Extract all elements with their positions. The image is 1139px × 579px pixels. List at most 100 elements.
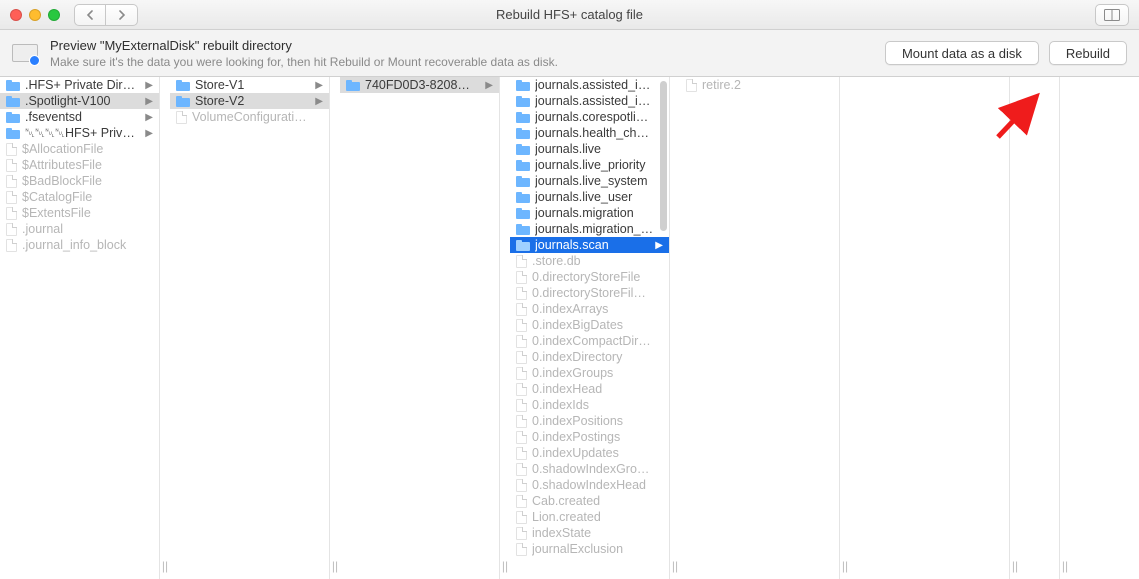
row-label: 0.shadowIndexGro… (532, 462, 665, 476)
file-row[interactable]: $CatalogFile (0, 189, 159, 205)
window-controls (0, 9, 60, 21)
row-label: Store-V2 (195, 94, 310, 108)
column-resize-handle[interactable]: || (1010, 77, 1020, 579)
minimize-window-button[interactable] (29, 9, 41, 21)
file-row[interactable]: indexState (510, 525, 669, 541)
column-0: .HFS+ Private Dire…▶.Spotlight-V100▶.fse… (0, 77, 160, 579)
row-label: .HFS+ Private Dire… (25, 78, 140, 92)
folder-row[interactable]: journals.migration (510, 205, 669, 221)
column-resize-handle[interactable]: || (330, 77, 340, 579)
file-row[interactable]: 0.shadowIndexGro… (510, 461, 669, 477)
file-row[interactable]: $ExtentsFile (0, 205, 159, 221)
folder-row[interactable]: Store-V2▶ (170, 93, 329, 109)
folder-icon (516, 176, 530, 187)
row-label: 0.indexArrays (532, 302, 665, 316)
zoom-window-button[interactable] (48, 9, 60, 21)
row-label: indexState (532, 526, 665, 540)
folder-icon (516, 224, 530, 235)
column-resize-handle[interactable]: || (160, 77, 170, 579)
file-row[interactable]: 0.indexGroups (510, 365, 669, 381)
column-resize-handle[interactable]: || (500, 77, 510, 579)
scrollbar[interactable] (660, 81, 667, 231)
row-label: 0.directoryStoreFil… (532, 286, 665, 300)
file-icon (6, 223, 17, 236)
nav-segment (74, 4, 138, 26)
folder-row[interactable]: .Spotlight-V100▶ (0, 93, 159, 109)
rebuild-button[interactable]: Rebuild (1049, 41, 1127, 65)
file-row[interactable]: $AllocationFile (0, 141, 159, 157)
file-icon (6, 239, 17, 252)
file-row[interactable]: Lion.created (510, 509, 669, 525)
header-subtitle: Make sure it's the data you were looking… (50, 55, 558, 69)
row-label: Cab.created (532, 494, 665, 508)
folder-row[interactable]: .fseventsd▶ (0, 109, 159, 125)
row-label: ␀␀␀␀HFS+ Private D… (25, 126, 140, 141)
row-label: .journal (22, 222, 155, 236)
row-label: 0.indexHead (532, 382, 665, 396)
file-row[interactable]: 0.indexPositions (510, 413, 669, 429)
folder-row[interactable]: journals.live_user (510, 189, 669, 205)
folder-row[interactable]: journals.live_system (510, 173, 669, 189)
folder-row[interactable]: journals.corespotli… (510, 109, 669, 125)
folder-row[interactable]: 740FD0D3-8208…▶ (340, 77, 499, 93)
nav-forward-button[interactable] (106, 4, 138, 26)
file-row[interactable]: 0.directoryStoreFile (510, 269, 669, 285)
folder-row[interactable]: Store-V1▶ (170, 77, 329, 93)
file-row[interactable]: 0.directoryStoreFil… (510, 285, 669, 301)
file-row[interactable]: retire.2 (680, 77, 839, 93)
file-row[interactable]: 0.indexUpdates (510, 445, 669, 461)
row-label: journals.live_user (535, 190, 665, 204)
file-row[interactable]: .journal (0, 221, 159, 237)
column-resize-handle[interactable]: || (670, 77, 680, 579)
file-row[interactable]: 0.indexHead (510, 381, 669, 397)
file-icon (516, 399, 527, 412)
folder-row[interactable]: journals.live_priority (510, 157, 669, 173)
file-row[interactable]: VolumeConfigurati… (170, 109, 329, 125)
file-row[interactable]: 0.indexIds (510, 397, 669, 413)
folder-row[interactable]: journals.scan ▶ (510, 237, 669, 253)
chevron-right-icon: ▶ (655, 240, 665, 251)
nav-back-button[interactable] (74, 4, 106, 26)
column-resize-handle[interactable]: || (840, 77, 850, 579)
file-row[interactable]: 0.indexDirectory (510, 349, 669, 365)
folder-row[interactable]: journals.health_ch… (510, 125, 669, 141)
row-label: Lion.created (532, 510, 665, 524)
row-label: journals.migration (535, 206, 665, 220)
folder-icon (516, 144, 530, 155)
file-icon (516, 431, 527, 444)
file-row[interactable]: $AttributesFile (0, 157, 159, 173)
row-label: journalExclusion (532, 542, 665, 556)
file-row[interactable]: journalExclusion (510, 541, 669, 557)
folder-row[interactable]: .HFS+ Private Dire…▶ (0, 77, 159, 93)
folder-row[interactable]: ␀␀␀␀HFS+ Private D… ▶ (0, 125, 159, 141)
folder-row[interactable]: journals.assisted_i… (510, 77, 669, 93)
file-row[interactable]: 0.indexArrays (510, 301, 669, 317)
folder-row[interactable]: journals.migration_… (510, 221, 669, 237)
file-row[interactable]: 0.shadowIndexHead (510, 477, 669, 493)
row-label: 740FD0D3-8208… (365, 78, 480, 92)
row-label: 0.shadowIndexHead (532, 478, 665, 492)
file-row[interactable]: 0.indexCompactDir… (510, 333, 669, 349)
file-row[interactable]: 0.indexPostings (510, 429, 669, 445)
close-window-button[interactable] (10, 9, 22, 21)
file-row[interactable]: Cab.created (510, 493, 669, 509)
file-icon (686, 79, 697, 92)
column-5 (850, 77, 1010, 579)
chevron-right-icon: ▶ (315, 80, 325, 91)
column-resize-handle[interactable]: || (1060, 77, 1070, 579)
mount-data-button[interactable]: Mount data as a disk (885, 41, 1039, 65)
folder-row[interactable]: journals.live (510, 141, 669, 157)
row-label: journals.scan (535, 238, 650, 252)
header-title: Preview "MyExternalDisk" rebuilt directo… (50, 38, 558, 53)
file-row[interactable]: $BadBlockFile (0, 173, 159, 189)
file-row[interactable]: 0.indexBigDates (510, 317, 669, 333)
folder-row[interactable]: journals.assisted_i… (510, 93, 669, 109)
header: Preview "MyExternalDisk" rebuilt directo… (0, 30, 1139, 77)
chevron-right-icon: ▶ (145, 128, 155, 139)
row-label: 0.indexIds (532, 398, 665, 412)
view-mode-button[interactable] (1095, 4, 1129, 26)
file-row[interactable]: .store.db (510, 253, 669, 269)
row-label: journals.health_ch… (535, 126, 665, 140)
file-row[interactable]: .journal_info_block (0, 237, 159, 253)
row-label: $CatalogFile (22, 190, 155, 204)
